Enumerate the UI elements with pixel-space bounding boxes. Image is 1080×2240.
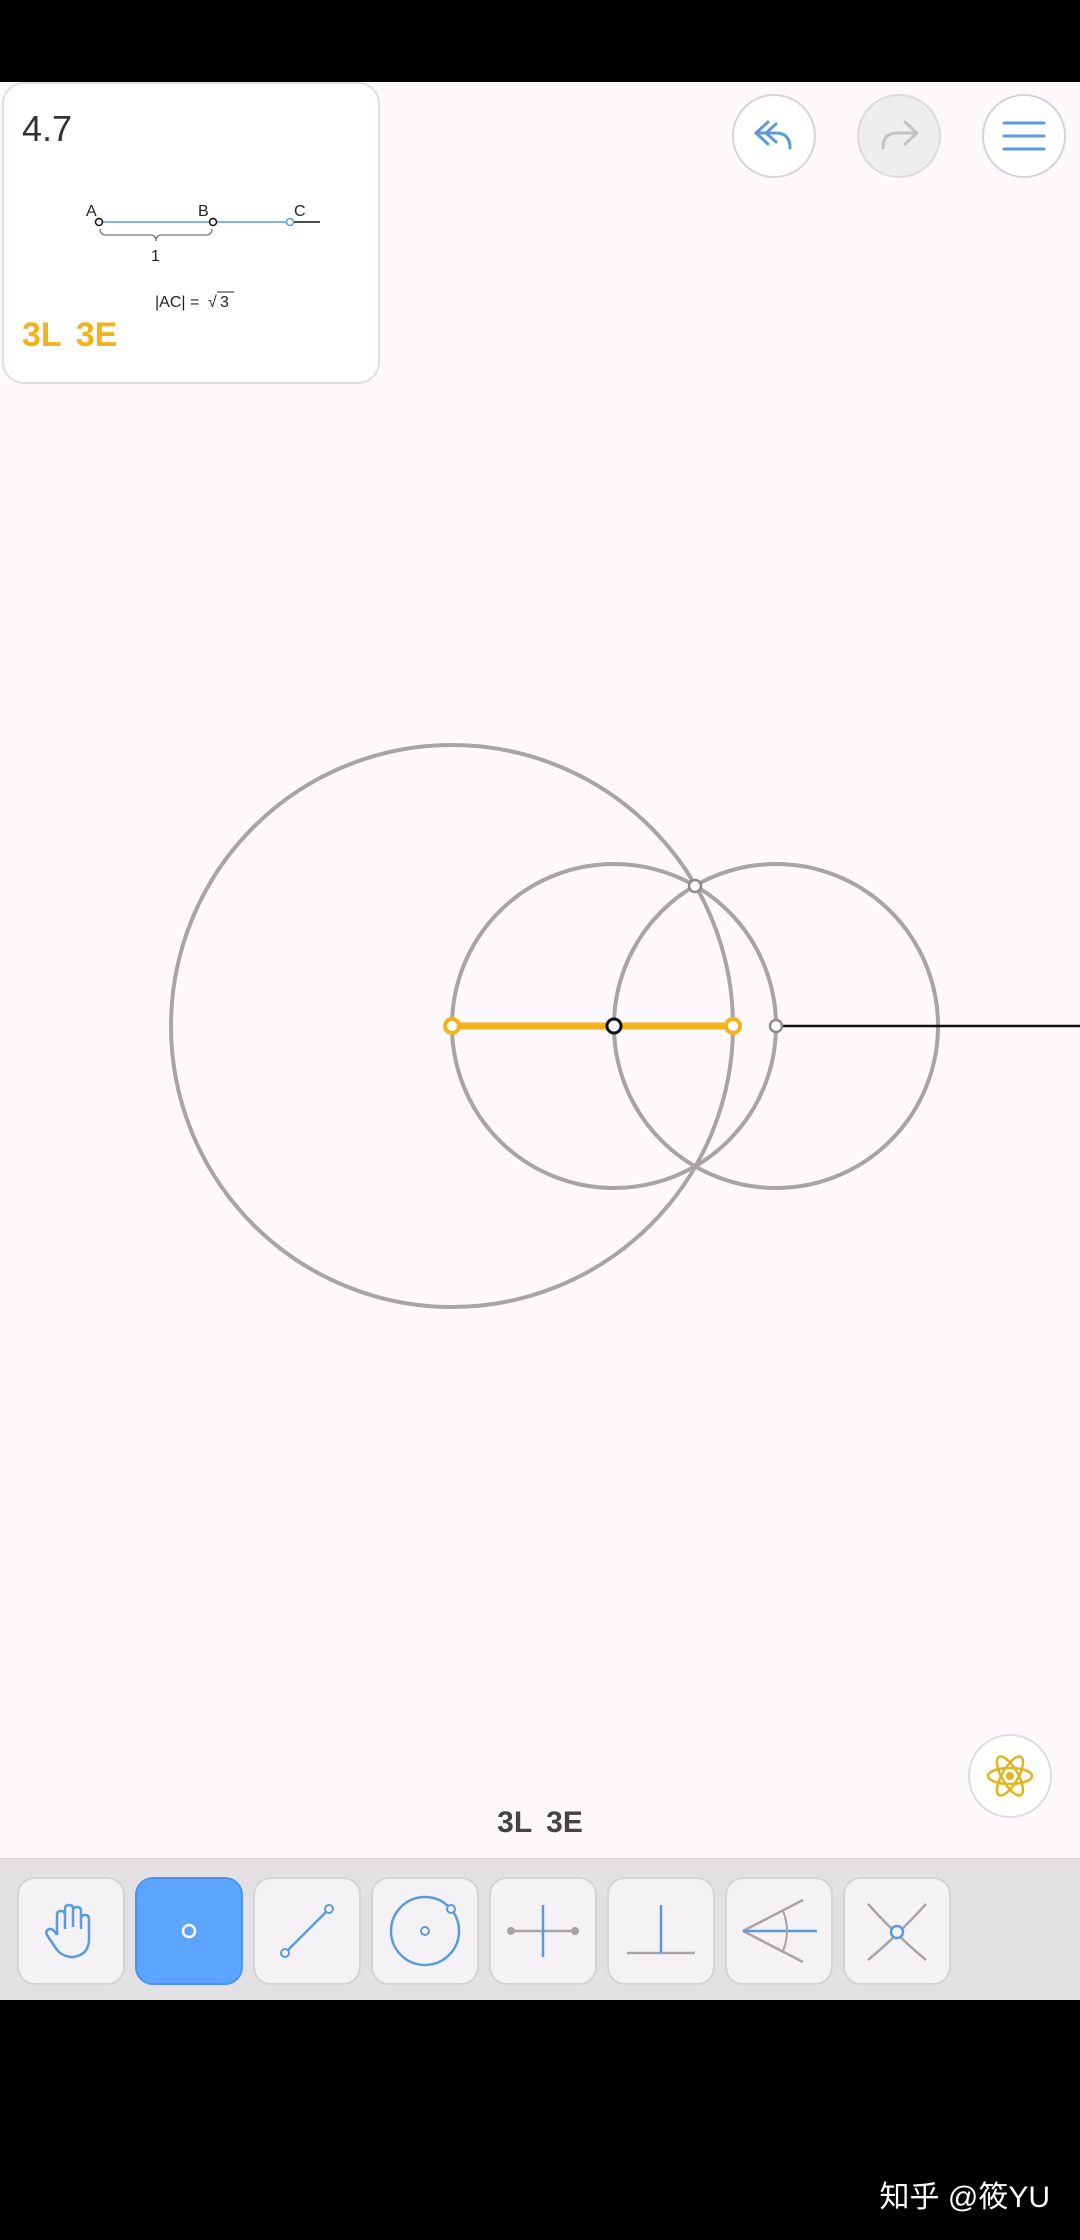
perpendicular-bisector-icon bbox=[507, 1905, 579, 1957]
tool-angle-bisector[interactable] bbox=[725, 1877, 833, 1985]
diagram-formula-left: |AC| = bbox=[155, 294, 199, 311]
point-mid[interactable] bbox=[605, 1017, 623, 1035]
diagram-unit-label: 1 bbox=[151, 248, 160, 265]
move-counter-l: 3L bbox=[497, 1806, 533, 1839]
point-a[interactable] bbox=[443, 1017, 461, 1035]
diagram-formula-value: 3 bbox=[220, 294, 229, 311]
angle-bisector-icon bbox=[742, 1898, 817, 1964]
level-card: 4.7 A B C 1 |AC| = √ 3 3L 3E bbox=[2, 82, 380, 384]
atom-icon bbox=[986, 1755, 1034, 1797]
goal-l: 3L bbox=[22, 316, 62, 354]
game-screen: 4.7 A B C 1 |AC| = √ 3 3L 3E 3L 3E bbox=[0, 82, 1080, 2000]
menu-button[interactable] bbox=[982, 94, 1066, 178]
tool-perpendicular[interactable] bbox=[607, 1877, 715, 1985]
tool-circle[interactable] bbox=[371, 1877, 479, 1985]
undo-icon bbox=[754, 120, 792, 150]
redo-button[interactable] bbox=[857, 94, 941, 178]
move-counter: 3L 3E bbox=[0, 1806, 1080, 1840]
tool-point[interactable] bbox=[135, 1877, 243, 1985]
circle-icon bbox=[389, 1895, 461, 1967]
hand-icon bbox=[45, 1903, 91, 1959]
line-icon bbox=[280, 1904, 334, 1958]
diagram-label-c: C bbox=[294, 203, 306, 220]
level-number: 4.7 bbox=[22, 108, 73, 149]
goal-e: 3E bbox=[75, 316, 118, 354]
undo-button[interactable] bbox=[732, 94, 816, 178]
diagram-formula-radical: √ bbox=[208, 294, 217, 311]
tool-bar bbox=[0, 1858, 1080, 2000]
menu-icon bbox=[1002, 121, 1046, 151]
point-icon bbox=[181, 1923, 197, 1939]
diagram-label-b: B bbox=[198, 203, 209, 220]
tool-perpendicular-bisector[interactable] bbox=[489, 1877, 597, 1985]
tool-move[interactable] bbox=[17, 1877, 125, 1985]
diagram-label-a: A bbox=[86, 203, 97, 220]
point-b[interactable] bbox=[724, 1017, 742, 1035]
redo-icon bbox=[881, 120, 919, 150]
tool-line[interactable] bbox=[253, 1877, 361, 1985]
intersect-icon bbox=[867, 1903, 927, 1961]
tool-intersect[interactable] bbox=[843, 1877, 951, 1985]
level-goal: 3L 3E bbox=[22, 316, 131, 355]
perpendicular-icon bbox=[627, 1905, 695, 1955]
point-ray-start[interactable] bbox=[768, 1018, 784, 1034]
point-intersection[interactable] bbox=[687, 878, 703, 894]
move-counter-e: 3E bbox=[546, 1806, 583, 1839]
watermark: 知乎 @筱YU bbox=[879, 2181, 1050, 2214]
